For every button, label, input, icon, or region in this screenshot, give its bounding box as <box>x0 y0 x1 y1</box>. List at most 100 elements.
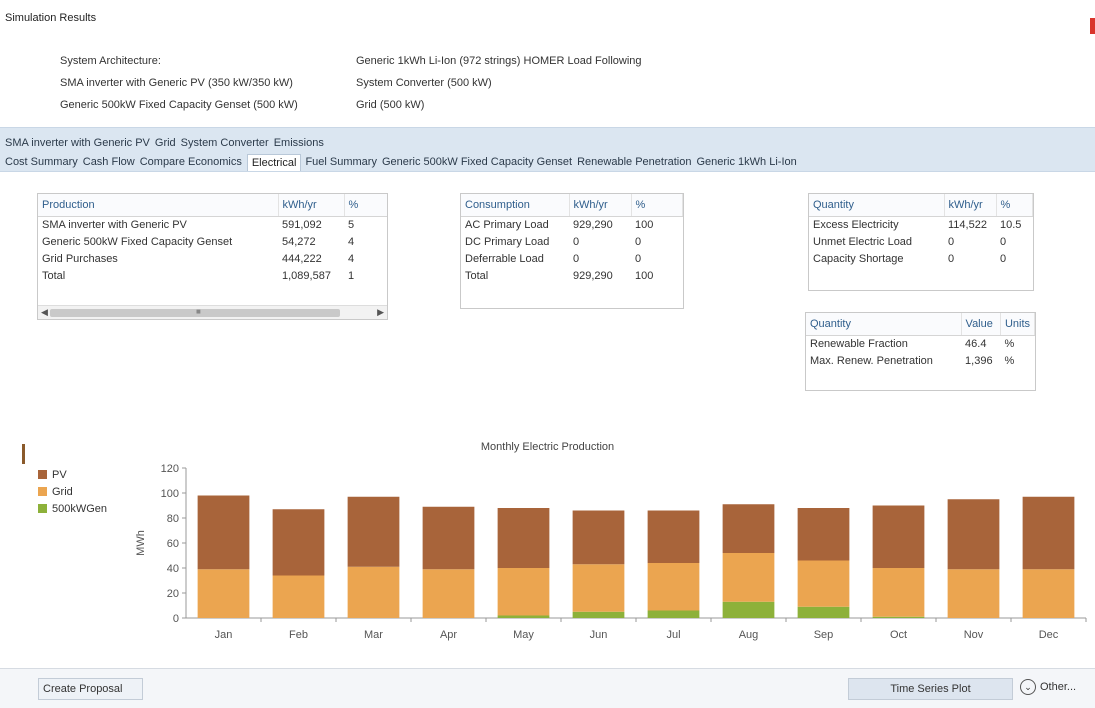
table-row: Unmet Electric Load 0 0 <box>809 233 1033 250</box>
table-row: Renewable Fraction 46.4 % <box>806 335 1035 352</box>
column-header[interactable]: kWh/yr <box>278 194 345 217</box>
table-cell: Excess Electricity <box>813 218 899 231</box>
table-cell: 1,396 <box>965 354 993 367</box>
scroll-left-icon[interactable]: ◀ <box>41 307 48 318</box>
table-cell: 10.5 <box>1000 218 1022 231</box>
tab-system-converter[interactable]: System Converter <box>181 135 274 151</box>
table-cell: 0 <box>948 235 955 248</box>
x-tick-label: Dec <box>1039 629 1059 641</box>
table-cell: Capacity Shortage <box>813 252 904 265</box>
architecture-label: System Architecture: <box>60 55 161 67</box>
bar-segment-500kwgen <box>647 610 700 618</box>
bar-segment-grid <box>197 569 250 618</box>
column-header[interactable]: Quantity <box>809 194 945 217</box>
column-header[interactable]: % <box>631 194 683 217</box>
legend-item-gen[interactable]: 500kWGen <box>38 500 107 517</box>
scroll-right-icon[interactable]: ▶ <box>377 307 384 318</box>
tab-renewable-penetration[interactable]: Renewable Penetration <box>577 154 696 171</box>
architecture-component: Grid (500 kW) <box>356 99 425 111</box>
horizontal-scrollbar[interactable]: ◀ ■ ▶ <box>38 305 387 319</box>
table-cell: 4 <box>348 235 355 248</box>
x-tick-label: Jun <box>590 629 608 641</box>
bottom-toolbar: Create Proposal Time Series Plot ⌄ Other… <box>0 668 1095 708</box>
column-header[interactable]: Consumption <box>461 194 570 217</box>
time-series-plot-button[interactable]: Time Series Plot <box>848 678 1013 700</box>
y-tick-label: 60 <box>167 538 179 550</box>
bar-segment-grid <box>947 569 1000 618</box>
bar-segment-pv <box>572 510 625 565</box>
other-button[interactable]: ⌄ Other... <box>1020 679 1076 695</box>
legend-item-grid[interactable]: Grid <box>38 483 107 500</box>
table-row: DC Primary Load 0 0 <box>461 233 683 250</box>
architecture-value: Generic 1kWh Li-Ion (972 strings) HOMER … <box>356 55 642 67</box>
create-proposal-button[interactable]: Create Proposal <box>38 678 143 700</box>
tab-sma-inverter[interactable]: SMA inverter with Generic PV <box>5 135 155 151</box>
table-cell: 0 <box>948 252 955 265</box>
architecture-row: Generic 500kW Fixed Capacity Genset (500… <box>60 94 760 116</box>
tab-row-1: SMA inverter with Generic PV Grid System… <box>5 135 329 151</box>
table-cell: Unmet Electric Load <box>813 235 913 248</box>
chart-title: Monthly Electric Production <box>480 441 615 453</box>
results-tab-bar: SMA inverter with Generic PV Grid System… <box>0 127 1095 172</box>
bar-segment-500kwgen <box>797 606 850 618</box>
table-cell: Max. Renew. Penetration <box>810 354 933 367</box>
y-tick-label: 40 <box>167 563 179 575</box>
architecture-component: Generic 500kW Fixed Capacity Genset (500… <box>60 99 298 111</box>
tab-electrical[interactable]: Electrical <box>246 154 302 171</box>
tab-emissions[interactable]: Emissions <box>274 135 329 151</box>
column-header[interactable]: kWh/yr <box>944 194 997 217</box>
tab-cost-summary[interactable]: Cost Summary <box>5 154 83 171</box>
table-cell: 54,272 <box>282 235 316 248</box>
table-cell: Total <box>465 269 489 282</box>
x-tick-label: May <box>513 629 534 641</box>
column-header[interactable]: Units <box>1000 313 1035 336</box>
simulation-results-window: Simulation Results System Architecture: … <box>0 0 1095 708</box>
excess-quantity-table: Quantity kWh/yr % Excess Electricity 114… <box>808 193 1034 291</box>
x-tick-label: Mar <box>364 629 383 641</box>
tab-cash-flow[interactable]: Cash Flow <box>83 154 140 171</box>
bar-segment-grid <box>422 569 475 618</box>
bar-segment-pv <box>197 495 250 570</box>
bar-segment-pv <box>797 508 850 561</box>
column-header[interactable]: Value <box>961 313 1001 336</box>
column-header[interactable]: Production <box>38 194 279 217</box>
scrollbar-thumb[interactable] <box>50 309 340 317</box>
column-header[interactable]: % <box>996 194 1033 217</box>
table-cell: 444,222 <box>282 252 322 265</box>
bar-segment-grid <box>797 560 850 607</box>
column-header[interactable]: % <box>344 194 387 217</box>
tab-genset[interactable]: Generic 500kW Fixed Capacity Genset <box>382 154 577 171</box>
tab-fuel-summary[interactable]: Fuel Summary <box>305 154 382 171</box>
tab-compare-economics[interactable]: Compare Economics <box>140 154 247 171</box>
bar-segment-pv <box>722 504 775 553</box>
legend-item-pv[interactable]: PV <box>38 466 107 483</box>
close-indicator[interactable] <box>1090 18 1095 34</box>
table-cell: SMA inverter with Generic PV <box>42 218 187 231</box>
bar-segment-pv <box>347 496 400 567</box>
table-row: Total 929,290 100 <box>461 267 683 284</box>
architecture-component: SMA inverter with Generic PV (350 kW/350… <box>60 77 293 89</box>
table-cell: 114,522 <box>948 218 987 231</box>
tab-grid[interactable]: Grid <box>155 135 181 151</box>
bar-segment-grid <box>1022 569 1075 618</box>
bar-segment-grid <box>347 566 400 618</box>
system-architecture-summary: System Architecture: Generic 1kWh Li-Ion… <box>60 50 760 116</box>
legend-label: 500kWGen <box>52 502 108 515</box>
table-cell: 0 <box>1000 235 1007 248</box>
table-row: Total 1,089,587 1 <box>38 267 387 284</box>
bar-segment-pv <box>272 509 325 576</box>
bar-segment-pv <box>497 508 550 568</box>
bar-segment-pv <box>647 510 700 563</box>
table-cell: % <box>1004 337 1015 350</box>
column-header[interactable]: kWh/yr <box>569 194 632 217</box>
x-tick-label: Jan <box>215 629 233 641</box>
tab-li-ion[interactable]: Generic 1kWh Li-Ion <box>696 154 801 171</box>
column-header[interactable]: Quantity <box>806 313 962 336</box>
table-cell: 0 <box>635 235 642 248</box>
y-axis-label: MWh <box>135 530 147 556</box>
table-cell: 929,290 <box>573 218 613 231</box>
x-tick-label: Oct <box>890 629 907 641</box>
legend-swatch-grid <box>38 487 47 496</box>
tab-row-2: Cost Summary Cash Flow Compare Economics… <box>5 154 802 171</box>
table-cell: 0 <box>1000 252 1007 265</box>
